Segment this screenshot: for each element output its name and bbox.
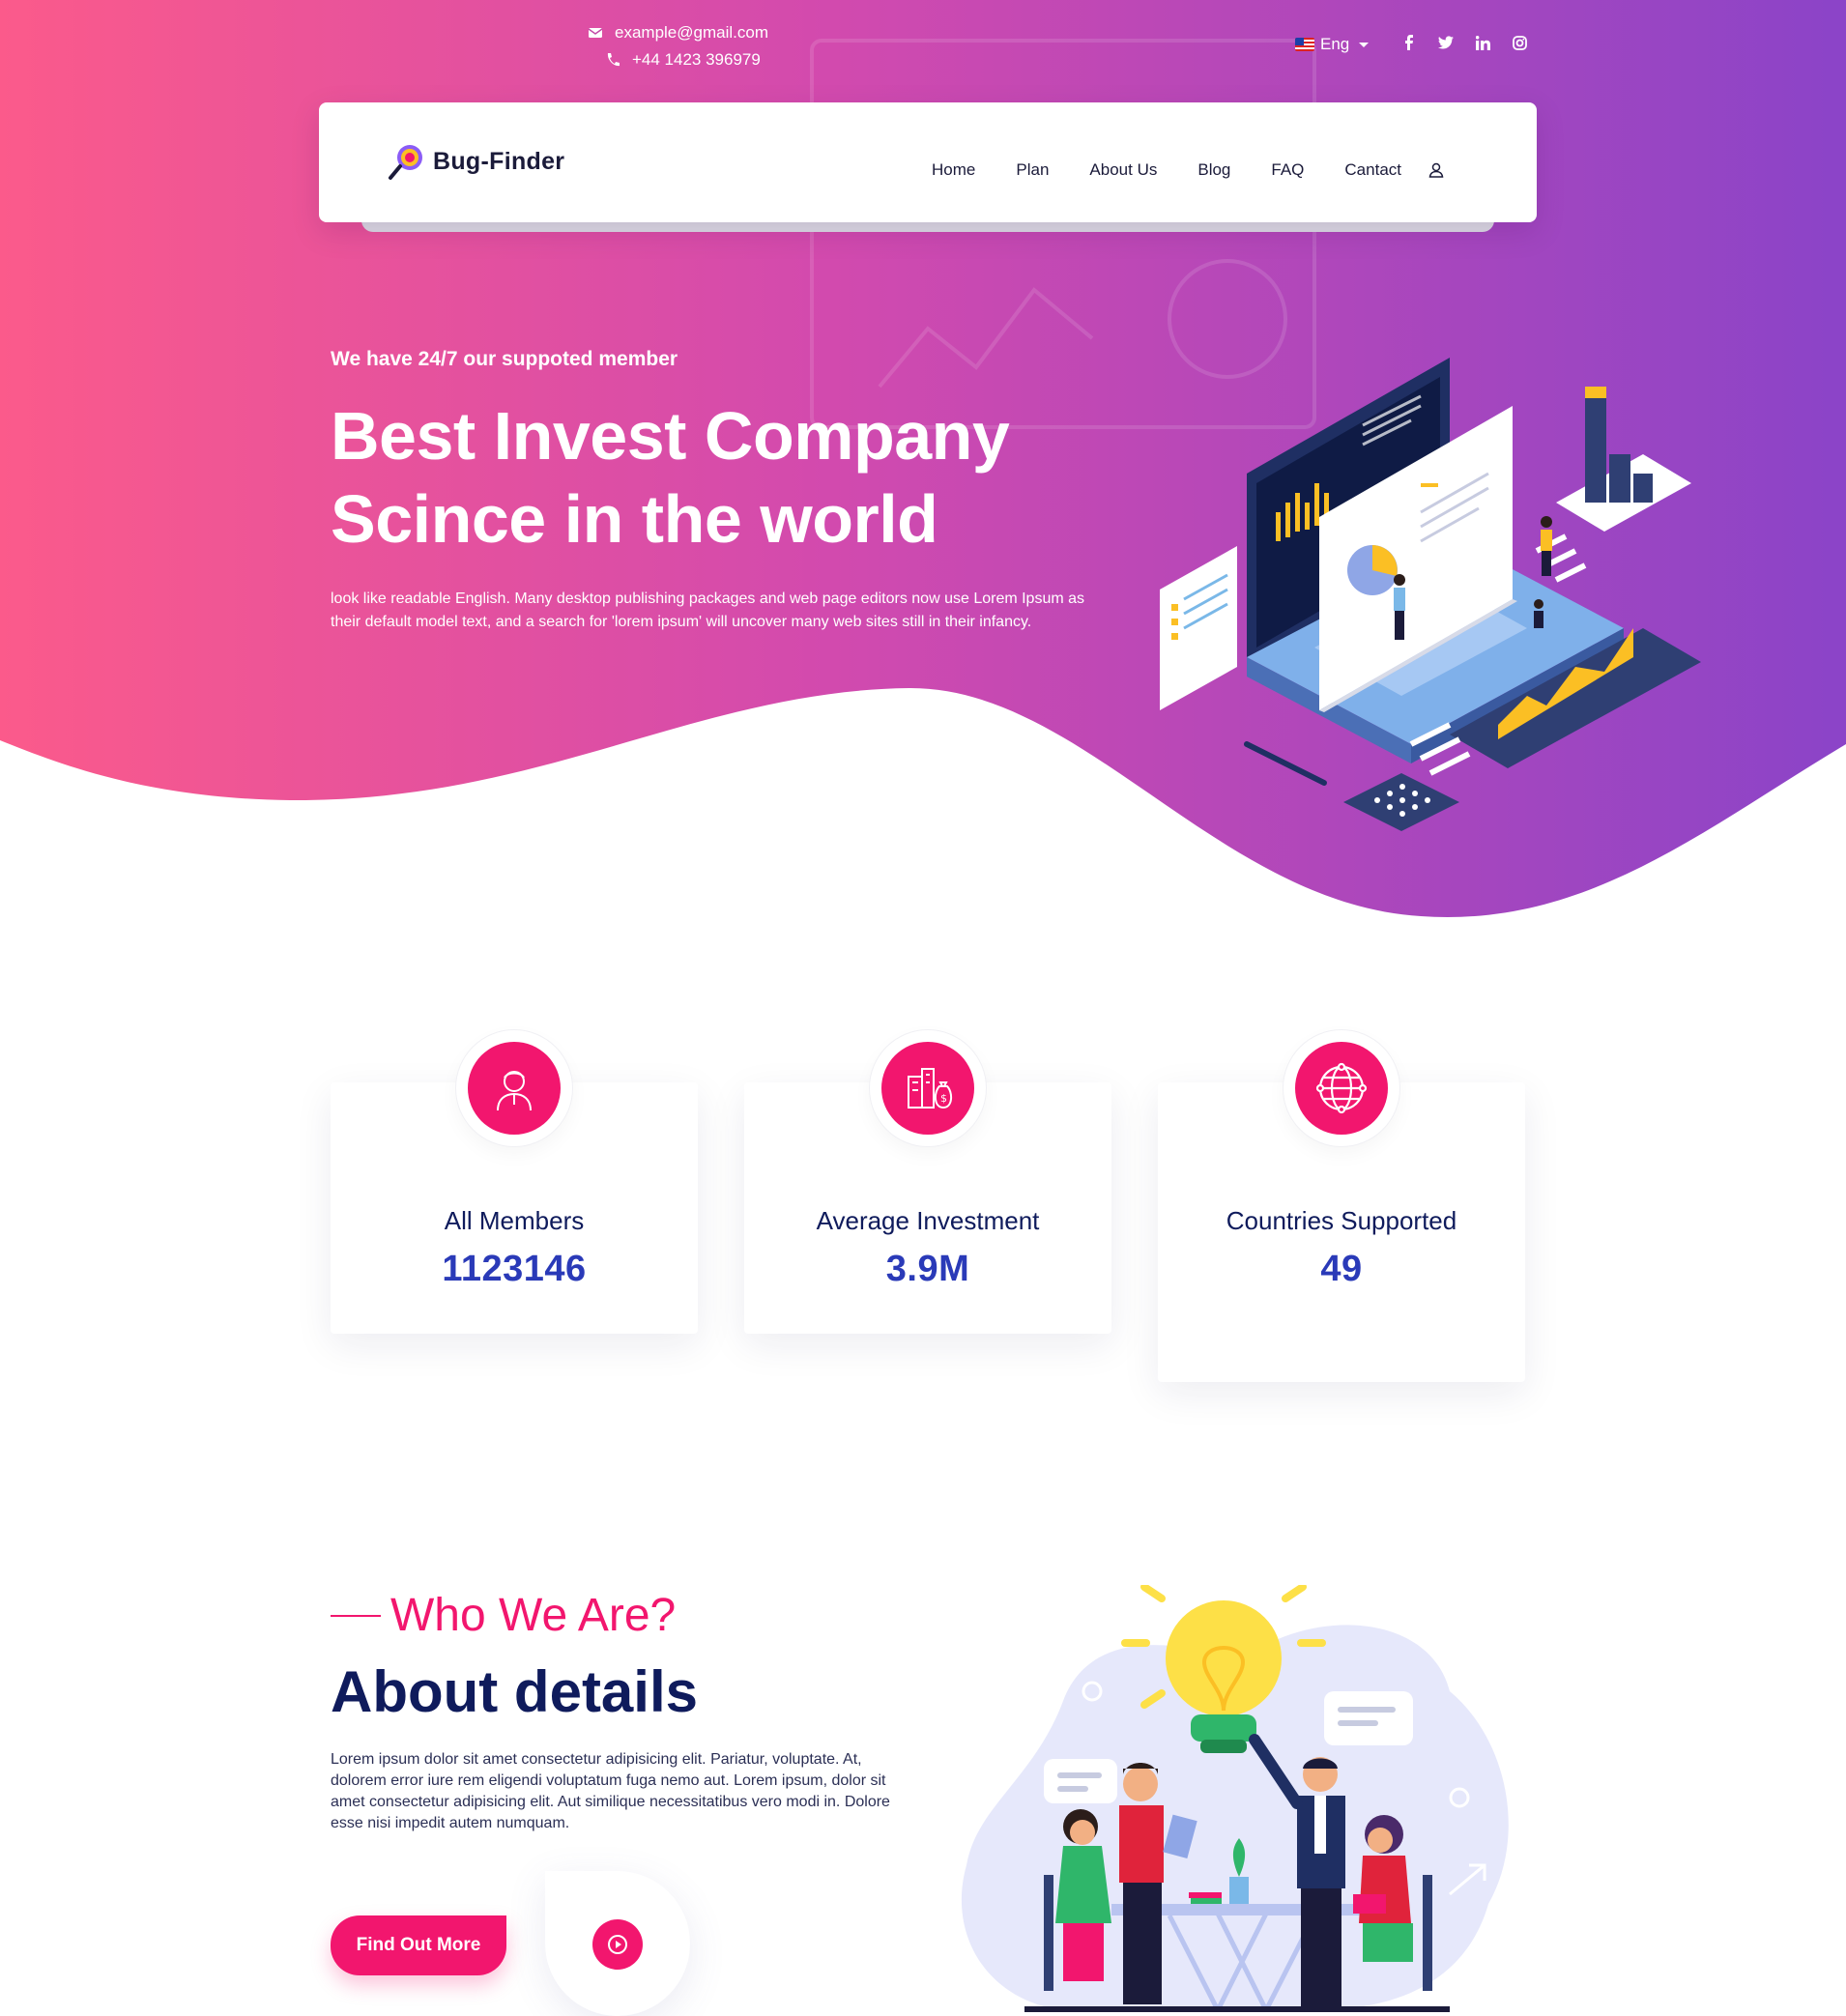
phone-text: +44 1423 396979: [632, 50, 761, 69]
team-meeting-illustration: [961, 1585, 1509, 2012]
stat-label: Average Investment: [816, 1206, 1040, 1235]
stat-value: 3.9M: [885, 1249, 970, 1289]
envelope-icon: [588, 28, 603, 38]
about-description: Lorem ipsum dolor sit amet consectetur a…: [331, 1751, 890, 1831]
stat-icon-badge: [1284, 1030, 1399, 1146]
about-subtitle: Who We Are?: [331, 1589, 676, 1642]
about-subtitle-text: Who We Are?: [390, 1590, 677, 1641]
nav-item-blog[interactable]: Blog: [1197, 160, 1230, 180]
instagram-icon[interactable]: [1512, 35, 1527, 50]
hero-tagline: We have 24/7 our suppoted member: [331, 348, 678, 370]
nav-item-faq[interactable]: FAQ: [1271, 160, 1304, 180]
stat-value: 49: [1320, 1249, 1363, 1289]
user-icon[interactable]: [1428, 162, 1444, 183]
twitter-icon[interactable]: [1438, 35, 1454, 50]
about-title: About details: [331, 1659, 699, 1724]
find-out-more-button[interactable]: Find Out More: [331, 1915, 506, 1975]
hero-title-line-1: Best Invest Company: [331, 398, 1010, 474]
social-links: [1401, 35, 1527, 50]
chevron-down-icon: [1359, 42, 1370, 47]
us-flag-icon: [1295, 38, 1314, 51]
email-contact[interactable]: example@gmail.com: [588, 23, 768, 43]
hero-title-line-2: Scince in the world: [331, 481, 938, 557]
stat-label: All Members: [444, 1206, 585, 1235]
navbar: Bug-Finder Home Plan About Us Blog FAQ C…: [319, 102, 1537, 222]
main-menu: Home Plan About Us Blog FAQ Cantact: [932, 160, 1401, 180]
member-icon: [497, 1071, 532, 1111]
nav-item-about-us[interactable]: About Us: [1089, 160, 1157, 180]
logo[interactable]: Bug-Finder: [387, 141, 564, 182]
language-selector[interactable]: Eng: [1295, 35, 1370, 54]
phone-contact[interactable]: +44 1423 396979: [605, 50, 761, 70]
stat-icon-badge: [456, 1030, 572, 1146]
nav-item-home[interactable]: Home: [932, 160, 975, 180]
phone-icon: [607, 53, 620, 67]
facebook-icon[interactable]: [1401, 35, 1417, 50]
stat-label: Countries Supported: [1226, 1206, 1457, 1235]
hero-content: We have 24/7 our suppoted member Best In…: [331, 348, 1123, 634]
globe-icon: [1315, 1062, 1368, 1114]
nav-item-contact[interactable]: Cantact: [1344, 160, 1401, 180]
hero-title: Best Invest Company Scince in the world: [331, 394, 1123, 561]
stat-icon-badge: $: [870, 1030, 986, 1146]
linkedin-icon[interactable]: [1475, 35, 1490, 50]
hero-description: look like readable English. Many desktop…: [331, 590, 1085, 630]
language-label: Eng: [1320, 35, 1350, 53]
email-text: example@gmail.com: [615, 23, 768, 42]
investment-icon: $: [908, 1068, 953, 1109]
stat-value: 1123146: [442, 1249, 587, 1289]
logo-text: Bug-Finder: [433, 147, 565, 175]
play-icon: [608, 1935, 627, 1954]
investment-dashboard-illustration: [1160, 358, 1701, 831]
play-button[interactable]: [592, 1919, 643, 1970]
subtitle-divider: [331, 1614, 381, 1617]
nav-item-plan[interactable]: Plan: [1016, 160, 1049, 180]
svg-text:$: $: [940, 1092, 947, 1105]
top-bar: example@gmail.com +44 1423 396979 Eng: [0, 0, 1846, 97]
bug-finder-logo-icon: [389, 145, 422, 180]
